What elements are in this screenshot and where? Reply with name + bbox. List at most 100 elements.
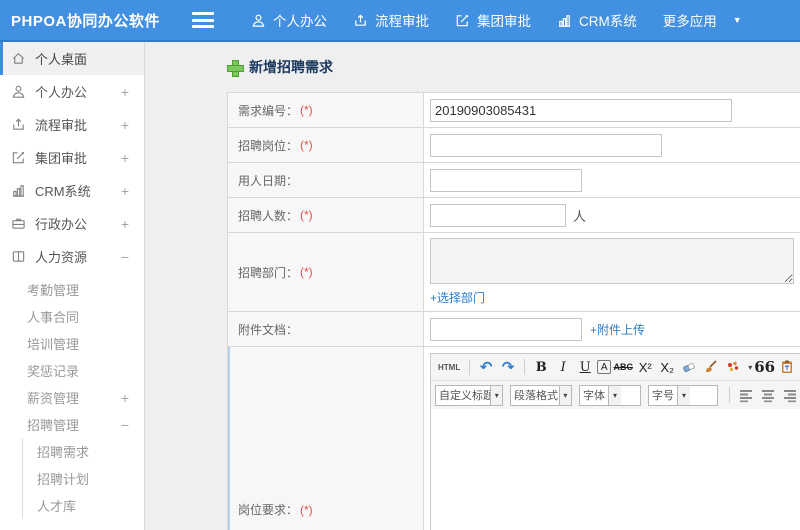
expand-plus-icon[interactable]: + xyxy=(121,117,129,133)
redo-icon[interactable]: ↷ xyxy=(498,357,518,377)
font-style-button[interactable]: A xyxy=(597,360,612,374)
sidebar-subitem-hr-contract[interactable]: 人事合同 xyxy=(0,303,144,330)
attachment-input[interactable] xyxy=(430,317,582,341)
color-palette-icon[interactable] xyxy=(723,357,743,377)
custom-heading-dropdown[interactable]: 自定义标题 ▾ xyxy=(435,384,503,406)
topnav-workflow-approval[interactable]: 流程审批 xyxy=(340,10,442,30)
subscript-button[interactable]: X₂ xyxy=(657,357,677,377)
topnav-more-apps[interactable]: 更多应用 ▼ xyxy=(650,10,755,30)
topnav-group-approval[interactable]: 集团审批 xyxy=(442,10,544,30)
topnav-label: 流程审批 xyxy=(375,14,429,29)
dropdown-caret-icon: ▾ xyxy=(677,385,690,405)
sidebar-subitem-recruit-demand[interactable]: 招聘需求 xyxy=(23,438,144,465)
topnav-label: 个人办公 xyxy=(273,14,327,29)
subitem-label: 考勤管理 xyxy=(27,283,80,298)
format-brush-icon[interactable] xyxy=(701,357,721,377)
underline-button[interactable]: U xyxy=(575,357,595,377)
paragraph-format-dropdown[interactable]: 段落格式 ▾ xyxy=(510,384,572,406)
required-marker: (*) xyxy=(300,265,313,279)
subitem-label: 人事合同 xyxy=(27,310,80,325)
eraser-icon[interactable] xyxy=(679,357,699,377)
italic-button[interactable]: I xyxy=(553,357,573,377)
topnav-personal-office[interactable]: 个人办公 xyxy=(238,10,340,30)
undo-icon[interactable]: ↶ xyxy=(476,357,496,377)
recruitment-submenu: 招聘需求 招聘计划 人才库 xyxy=(22,438,144,519)
dropdown-caret-icon: ▾ xyxy=(558,385,571,405)
expand-plus-icon[interactable]: + xyxy=(121,84,129,100)
editor-content-area[interactable] xyxy=(431,409,800,530)
strikethrough-button[interactable]: ABC xyxy=(613,357,633,377)
edit-icon xyxy=(456,14,469,26)
hr-submenu: 考勤管理 人事合同 培训管理 奖惩记录 薪资管理 + 招聘管理 − 招聘需求 招… xyxy=(0,276,144,519)
book-icon xyxy=(12,251,25,262)
subitem-label: 奖惩记录 xyxy=(27,364,80,379)
sidebar-subitem-talent-pool[interactable]: 人才库 xyxy=(23,492,144,519)
caret-down-icon: ▼ xyxy=(732,15,742,25)
sidebar-subitem-recruit-plan[interactable]: 招聘计划 xyxy=(23,465,144,492)
topnav-crm-system[interactable]: CRM系统 xyxy=(544,10,650,30)
sidebar-item-human-resources[interactable]: 人力资源 − xyxy=(0,240,144,273)
sidebar-item-crm-system[interactable]: CRM系统 + xyxy=(0,174,144,207)
form-row-attachment: 附件文档： +附件上传 xyxy=(228,312,800,347)
sidebar-item-admin-office[interactable]: 行政办公 + xyxy=(0,207,144,240)
sidebar-item-label: 人力资源 xyxy=(35,250,88,265)
home-icon xyxy=(12,52,25,64)
font-size-dropdown[interactable]: 字号 ▾ xyxy=(648,384,718,406)
sidebar-item-workflow-approval[interactable]: 流程审批 + xyxy=(0,108,144,141)
sidebar-item-label: 流程审批 xyxy=(35,118,88,133)
sidebar-item-group-approval[interactable]: 集团审批 + xyxy=(0,141,144,174)
user-icon xyxy=(12,85,25,98)
sidebar-item-personal-desktop[interactable]: 个人桌面 xyxy=(0,42,144,75)
position-input[interactable] xyxy=(430,133,662,157)
align-left-icon[interactable] xyxy=(736,385,756,405)
field-label: 岗位要求： (*) xyxy=(228,347,424,530)
expand-plus-icon[interactable]: + xyxy=(121,216,129,232)
sidebar-item-label: 集团审批 xyxy=(35,151,88,166)
department-textarea[interactable] xyxy=(430,238,794,284)
dropdown-caret-icon[interactable]: ▾ xyxy=(748,363,752,372)
collapse-minus-icon[interactable]: − xyxy=(121,417,129,433)
expand-plus-icon[interactable]: + xyxy=(121,390,129,406)
top-bar: PHPOA协同办公软件 个人办公 流程审批 集团审批 CRM系统 更多应用 ▼ xyxy=(0,0,800,42)
sidebar-item-personal-office[interactable]: 个人办公 + xyxy=(0,75,144,108)
attachment-upload-link[interactable]: +附件上传 xyxy=(590,321,645,338)
demand-number-input[interactable] xyxy=(430,98,732,122)
headcount-input[interactable] xyxy=(430,203,566,227)
form-row-demand-number: 需求编号： (*) xyxy=(228,93,800,128)
flow-icon xyxy=(13,118,24,130)
sidebar-item-label: 个人办公 xyxy=(35,85,88,100)
superscript-button[interactable]: X² xyxy=(635,357,655,377)
edit-icon xyxy=(12,151,25,164)
blockquote-button[interactable]: 66 xyxy=(754,357,775,377)
expand-plus-icon[interactable]: + xyxy=(121,183,129,199)
collapse-minus-icon[interactable]: − xyxy=(121,249,129,265)
sidebar-subitem-rewards[interactable]: 奖惩记录 xyxy=(0,357,144,384)
subitem-label: 培训管理 xyxy=(27,337,80,352)
sidebar-subitem-salary[interactable]: 薪资管理 + xyxy=(0,384,144,411)
form-row-headcount: 招聘人数： (*) 人 xyxy=(228,198,800,233)
required-marker: (*) xyxy=(300,208,313,222)
align-center-icon[interactable] xyxy=(758,385,778,405)
form-row-position: 招聘岗位： (*) xyxy=(228,128,800,163)
paste-text-icon[interactable] xyxy=(777,357,797,377)
required-marker: (*) xyxy=(300,138,313,152)
menu-icon[interactable] xyxy=(192,12,214,28)
sidebar-item-label: 行政办公 xyxy=(35,217,88,232)
sidebar-subitem-attendance[interactable]: 考勤管理 xyxy=(0,276,144,303)
user-icon xyxy=(252,14,265,27)
sidebar-subitem-recruitment[interactable]: 招聘管理 − xyxy=(0,411,144,438)
flow-icon xyxy=(355,13,366,26)
editor-toolbar-row1: HTML ↶ ↷ B I U A ABC X² X₂ ▾ 66 xyxy=(431,354,800,381)
expand-plus-icon[interactable]: + xyxy=(121,150,129,166)
app-logo: PHPOA协同办公软件 xyxy=(11,12,160,30)
hire-date-input[interactable] xyxy=(430,168,582,192)
font-family-dropdown[interactable]: 字体 ▾ xyxy=(579,384,641,406)
select-department-link[interactable]: +选择部门 xyxy=(430,289,485,306)
bold-button[interactable]: B xyxy=(531,357,551,377)
top-nav: 个人办公 流程审批 集团审批 CRM系统 更多应用 ▼ xyxy=(238,10,755,30)
sidebar-subitem-training[interactable]: 培训管理 xyxy=(0,330,144,357)
html-source-button[interactable]: HTML xyxy=(435,357,463,377)
align-right-icon[interactable] xyxy=(780,385,800,405)
field-label: 招聘人数： (*) xyxy=(228,198,424,232)
subitem-label: 招聘管理 xyxy=(27,418,80,433)
